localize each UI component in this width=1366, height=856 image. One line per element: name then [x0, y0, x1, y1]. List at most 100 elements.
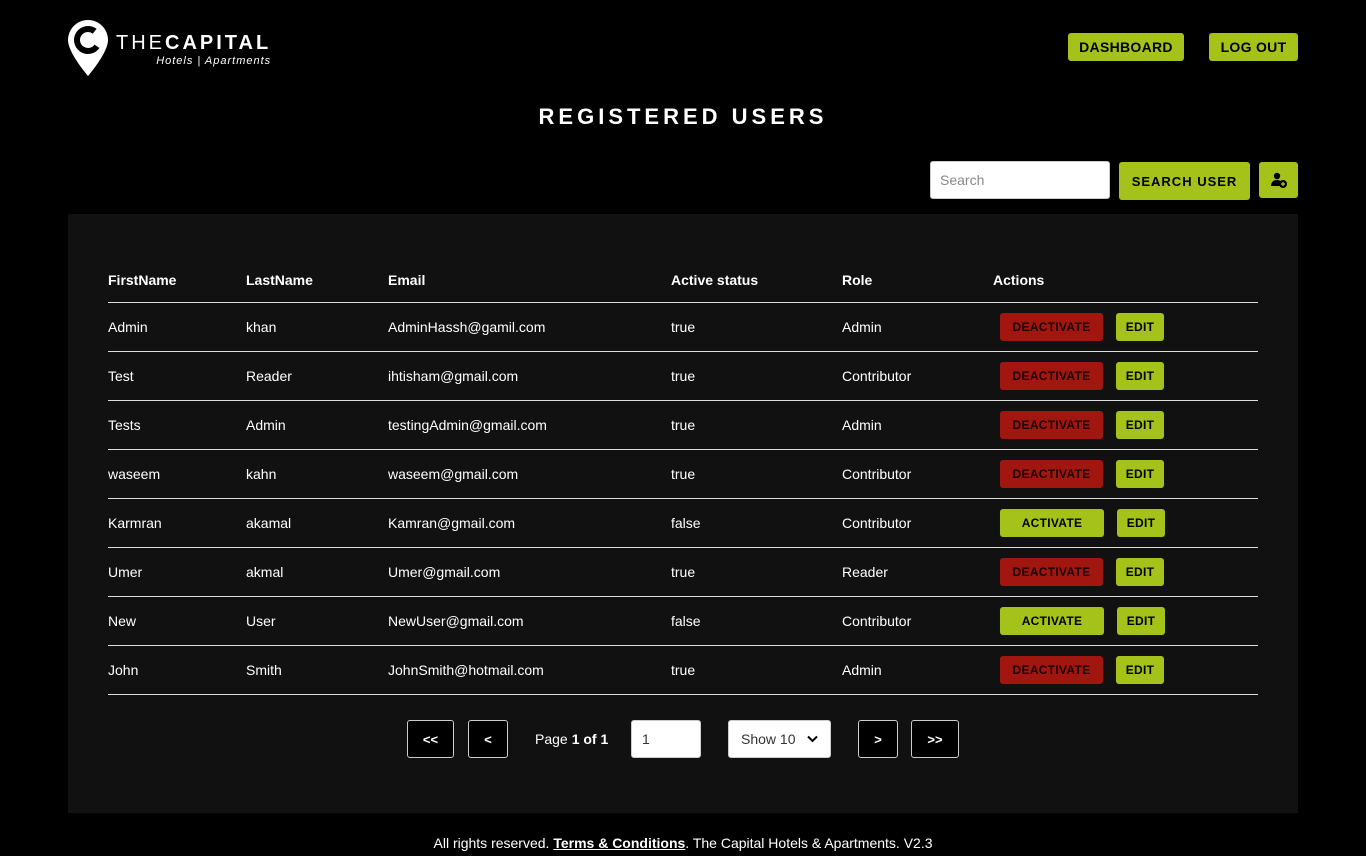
cell-active-status: true: [671, 319, 696, 335]
map-pin-icon: [68, 20, 108, 76]
page-size-selected: Show 10: [741, 731, 796, 747]
cell-role: Reader: [842, 564, 888, 580]
column-header-active-status[interactable]: Active status: [671, 272, 842, 288]
cell-role: Admin: [842, 319, 882, 335]
page-indicator: Page 1 of 1: [535, 720, 608, 758]
logout-button[interactable]: LOG OUT: [1209, 33, 1298, 61]
deactivate-button[interactable]: DEACTIVATE: [1000, 656, 1103, 684]
activate-button[interactable]: ACTIVATE: [1000, 607, 1104, 635]
cell-role: Contributor: [842, 613, 912, 629]
cell-active-status: false: [671, 613, 701, 629]
first-page-button[interactable]: <<: [407, 720, 454, 758]
previous-page-button[interactable]: <: [468, 720, 508, 758]
column-header-firstname[interactable]: FirstName: [108, 272, 246, 288]
table-row: John Smith JohnSmith@hotmail.com true Ad…: [108, 646, 1258, 695]
column-header-email[interactable]: Email: [388, 272, 671, 288]
next-page-button[interactable]: >: [858, 720, 898, 758]
dashboard-button[interactable]: DASHBOARD: [1068, 33, 1184, 61]
cell-email: Kamran@gmail.com: [388, 515, 516, 531]
footer-prefix: All rights reserved.: [433, 835, 554, 851]
cell-active-status: true: [671, 368, 696, 384]
page-word: Page: [535, 731, 568, 747]
cell-role: Admin: [842, 417, 882, 433]
cell-lastname: User: [246, 613, 276, 629]
cell-email: JohnSmith@hotmail.com: [388, 662, 544, 678]
cell-actions: DEACTIVATE EDIT: [993, 313, 1258, 341]
cell-actions: DEACTIVATE EDIT: [993, 460, 1258, 488]
column-header-lastname[interactable]: LastName: [246, 272, 388, 288]
table-header: FirstName LastName Email Active status R…: [108, 258, 1258, 303]
cell-firstname: Test: [108, 368, 134, 384]
cell-role: Contributor: [842, 368, 912, 384]
table-row: Karmran akamal Kamran@gmail.com false Co…: [108, 499, 1258, 548]
cell-active-status: false: [671, 515, 701, 531]
activate-button[interactable]: ACTIVATE: [1000, 509, 1104, 537]
cell-firstname: New: [108, 613, 137, 629]
edit-button[interactable]: EDIT: [1116, 460, 1164, 488]
brand-text: THECAPITAL Hotels | Apartments: [116, 32, 271, 68]
brand-title: THECAPITAL: [116, 32, 271, 54]
pagination: << < Page 1 of 1 Show 10 > >>: [68, 720, 1298, 758]
cell-lastname: akmal: [246, 564, 284, 580]
cell-actions: DEACTIVATE EDIT: [993, 656, 1258, 684]
cell-actions: ACTIVATE EDIT: [993, 607, 1258, 635]
cell-role: Contributor: [842, 515, 912, 531]
cell-email: Umer@gmail.com: [388, 564, 501, 580]
deactivate-button[interactable]: DEACTIVATE: [1000, 362, 1103, 390]
users-table: FirstName LastName Email Active status R…: [108, 258, 1258, 695]
column-header-role[interactable]: Role: [842, 272, 993, 288]
column-header-actions: Actions: [993, 272, 1045, 288]
page-title: REGISTERED USERS: [538, 104, 828, 129]
edit-button[interactable]: EDIT: [1116, 411, 1164, 439]
cell-lastname: akamal: [246, 515, 292, 531]
cell-actions: DEACTIVATE EDIT: [993, 362, 1258, 390]
terms-link[interactable]: Terms & Conditions: [553, 835, 685, 851]
cell-actions: DEACTIVATE EDIT: [993, 411, 1258, 439]
cell-role: Contributor: [842, 466, 912, 482]
table-row: Umer akmal Umer@gmail.com true Reader DE…: [108, 548, 1258, 597]
cell-actions: ACTIVATE EDIT: [993, 509, 1258, 537]
cell-firstname: Umer: [108, 564, 143, 580]
cell-active-status: true: [671, 564, 696, 580]
cell-active-status: true: [671, 662, 696, 678]
search-input[interactable]: [930, 161, 1110, 199]
table-row: waseem kahn waseem@gmail.com true Contri…: [108, 450, 1258, 499]
page-number-input[interactable]: [631, 720, 701, 758]
edit-button[interactable]: EDIT: [1116, 313, 1164, 341]
deactivate-button[interactable]: DEACTIVATE: [1000, 411, 1103, 439]
cell-role: Admin: [842, 662, 882, 678]
cell-lastname: khan: [246, 319, 277, 335]
page-size-select[interactable]: Show 10: [728, 720, 831, 758]
add-user-button[interactable]: [1259, 162, 1298, 198]
edit-button[interactable]: EDIT: [1116, 362, 1164, 390]
edit-button[interactable]: EDIT: [1117, 607, 1165, 635]
cell-lastname: Reader: [246, 368, 292, 384]
cell-email: waseem@gmail.com: [388, 466, 519, 482]
cell-lastname: Admin: [246, 417, 286, 433]
cell-actions: DEACTIVATE EDIT: [993, 558, 1258, 586]
cell-email: testingAdmin@gmail.com: [388, 417, 547, 433]
brand-subtitle: Hotels | Apartments: [156, 55, 272, 67]
cell-email: ihtisham@gmail.com: [388, 368, 519, 384]
cell-lastname: kahn: [246, 466, 277, 482]
page: THECAPITAL Hotels | Apartments DASHBOARD…: [0, 0, 1366, 856]
deactivate-button[interactable]: DEACTIVATE: [1000, 313, 1103, 341]
page-of-count: 1 of 1: [571, 731, 609, 747]
edit-button[interactable]: EDIT: [1117, 509, 1165, 537]
brand-title-thin: THE: [116, 32, 165, 54]
table-row: Tests Admin testingAdmin@gmail.com true …: [108, 401, 1258, 450]
cell-firstname: Karmran: [108, 515, 162, 531]
edit-button[interactable]: EDIT: [1116, 656, 1164, 684]
cell-active-status: true: [671, 417, 696, 433]
deactivate-button[interactable]: DEACTIVATE: [1000, 558, 1103, 586]
deactivate-button[interactable]: DEACTIVATE: [1000, 460, 1103, 488]
cell-firstname: Tests: [108, 417, 141, 433]
edit-button[interactable]: EDIT: [1116, 558, 1164, 586]
table-row: New User NewUser@gmail.com false Contrib…: [108, 597, 1258, 646]
table-row: Admin khan AdminHassh@gamil.com true Adm…: [108, 303, 1258, 352]
last-page-button[interactable]: >>: [911, 720, 959, 758]
users-panel: FirstName LastName Email Active status R…: [68, 214, 1298, 813]
search-user-button[interactable]: SEARCH USER: [1119, 162, 1250, 200]
footer-suffix: . The Capital Hotels & Apartments. V2.3: [685, 835, 933, 851]
brand-logo[interactable]: THECAPITAL Hotels | Apartments: [68, 20, 271, 76]
